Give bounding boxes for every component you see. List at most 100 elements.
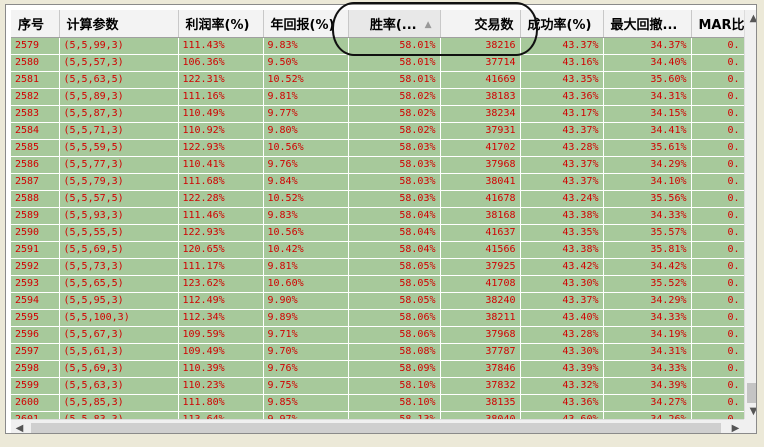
cell-annual-return: 9.71% <box>263 326 349 344</box>
col-header-max-drawdown[interactable]: 最大回撤... <box>603 10 692 38</box>
cell-profit-rate: 111.80% <box>178 394 264 412</box>
col-header-mar-ratio[interactable]: MAR比 <box>691 10 745 38</box>
cell-mar-ratio: 0. <box>691 105 745 123</box>
cell-index: 2592 <box>11 258 60 276</box>
cell-mar-ratio: 0. <box>691 71 745 89</box>
col-header-win-rate[interactable]: 胜率(... ▲ <box>348 10 441 38</box>
horizontal-scroll-thumb[interactable] <box>31 423 721 433</box>
cell-index: 2593 <box>11 275 60 293</box>
cell-annual-return: 9.81% <box>263 88 349 106</box>
cell-trade-count: 41637 <box>440 224 521 242</box>
cell-index: 2580 <box>11 54 60 72</box>
cell-success-rate: 43.37% <box>520 292 604 310</box>
col-header-profit-rate[interactable]: 利润率(%) <box>178 10 264 38</box>
cell-trade-count: 38168 <box>440 207 521 225</box>
table-row[interactable]: 2588 (5,5,57,5) 122.28% 10.52% 58.03% 41678 43… <box>11 190 745 208</box>
cell-max-drawdown: 34.41% <box>603 122 692 140</box>
col-header-trade-count[interactable]: 交易数 <box>440 10 521 38</box>
table-row[interactable]: 2598 (5,5,69,3) 110.39% 9.76% 58.09% 37846 43.… <box>11 360 745 378</box>
cell-annual-return: 10.56% <box>263 139 349 157</box>
scroll-left-icon[interactable]: ◀ <box>11 420 28 433</box>
table-row[interactable]: 2582 (5,5,89,3) 111.16% 9.81% 58.02% 38183 43.… <box>11 88 745 106</box>
cell-params: (5,5,69,3) <box>59 360 179 378</box>
cell-max-drawdown: 34.29% <box>603 292 692 310</box>
table-row[interactable]: 2591 (5,5,69,5) 120.65% 10.42% 58.04% 41566 43… <box>11 241 745 259</box>
cell-params: (5,5,77,3) <box>59 156 179 174</box>
cell-max-drawdown: 34.10% <box>603 173 692 191</box>
cell-trade-count: 37787 <box>440 343 521 361</box>
cell-max-drawdown: 34.15% <box>603 105 692 123</box>
cell-index: 2590 <box>11 224 60 242</box>
cell-index: 2588 <box>11 190 60 208</box>
cell-success-rate: 43.17% <box>520 105 604 123</box>
cell-win-rate: 58.03% <box>348 173 441 191</box>
table-row[interactable]: 2590 (5,5,55,5) 122.93% 10.56% 58.04% 41637 43… <box>11 224 745 242</box>
cell-index: 2581 <box>11 71 60 89</box>
cell-profit-rate: 111.16% <box>178 88 264 106</box>
col-header-params[interactable]: 计算参数 <box>59 10 179 38</box>
cell-max-drawdown: 34.29% <box>603 156 692 174</box>
cell-win-rate: 58.10% <box>348 377 441 395</box>
cell-mar-ratio: 0. <box>691 292 745 310</box>
table-row[interactable]: 2600 (5,5,85,3) 111.80% 9.85% 58.10% 38135 43.… <box>11 394 745 412</box>
cell-win-rate: 58.08% <box>348 343 441 361</box>
cell-index: 2584 <box>11 122 60 140</box>
table-row[interactable]: 2592 (5,5,73,3) 111.17% 9.81% 58.05% 37925 43.… <box>11 258 745 276</box>
sort-ascending-icon: ▲ <box>424 20 432 30</box>
cell-mar-ratio: 0. <box>691 326 745 344</box>
cell-params: (5,5,63,5) <box>59 71 179 89</box>
table-row[interactable]: 2593 (5,5,65,5) 123.62% 10.60% 58.05% 41708 43… <box>11 275 745 293</box>
table-row[interactable]: 2587 (5,5,79,3) 111.68% 9.84% 58.03% 38041 43.… <box>11 173 745 191</box>
table-row[interactable]: 2585 (5,5,59,5) 122.93% 10.56% 58.03% 41702 43… <box>11 139 745 157</box>
cell-params: (5,5,55,5) <box>59 224 179 242</box>
cell-success-rate: 43.36% <box>520 394 604 412</box>
table-row[interactable]: 2580 (5,5,57,3) 106.36% 9.50% 58.01% 37714 43.… <box>11 54 745 72</box>
col-header-success-rate[interactable]: 成功率(%) <box>520 10 604 38</box>
cell-profit-rate: 122.31% <box>178 71 264 89</box>
cell-trade-count: 41702 <box>440 139 521 157</box>
table-row[interactable]: 2579 (5,5,99,3) 111.43% 9.83% 58.01% 38216 43.… <box>11 37 745 55</box>
table-row[interactable]: 2586 (5,5,77,3) 110.41% 9.76% 58.03% 37968 43.… <box>11 156 745 174</box>
cell-annual-return: 9.83% <box>263 207 349 225</box>
cell-annual-return: 10.56% <box>263 224 349 242</box>
cell-success-rate: 43.39% <box>520 360 604 378</box>
cell-profit-rate: 106.36% <box>178 54 264 72</box>
cell-mar-ratio: 0. <box>691 88 745 106</box>
vertical-scrollbar[interactable]: ▲ ▼ <box>744 10 756 420</box>
table-row[interactable]: 2597 (5,5,61,3) 109.49% 9.70% 58.08% 37787 43.… <box>11 343 745 361</box>
table-row[interactable]: 2584 (5,5,71,3) 110.92% 9.80% 58.02% 37931 43.… <box>11 122 745 140</box>
cell-win-rate: 58.02% <box>348 105 441 123</box>
table-row[interactable]: 2589 (5,5,93,3) 111.46% 9.83% 58.04% 38168 43.… <box>11 207 745 225</box>
cell-profit-rate: 111.68% <box>178 173 264 191</box>
cell-index: 2582 <box>11 88 60 106</box>
cell-win-rate: 58.06% <box>348 309 441 327</box>
cell-profit-rate: 111.46% <box>178 207 264 225</box>
table-row[interactable]: 2583 (5,5,87,3) 110.49% 9.77% 58.02% 38234 43.… <box>11 105 745 123</box>
scroll-up-icon[interactable]: ▲ <box>745 10 756 27</box>
table-row[interactable]: 2599 (5,5,63,3) 110.23% 9.75% 58.10% 37832 43.… <box>11 377 745 395</box>
results-table-window: 序号 计算参数 利润率(%) 年回报(%) 胜率(... ▲ 交易数 成功率(%)… <box>5 4 757 434</box>
vertical-scroll-thumb[interactable] <box>747 383 756 403</box>
cell-params: (5,5,93,3) <box>59 207 179 225</box>
cell-max-drawdown: 34.42% <box>603 258 692 276</box>
cell-max-drawdown: 34.40% <box>603 54 692 72</box>
table-row[interactable]: 2594 (5,5,95,3) 112.49% 9.90% 58.05% 38240 43.… <box>11 292 745 310</box>
cell-win-rate: 58.01% <box>348 37 441 55</box>
col-header-index[interactable]: 序号 <box>11 10 60 38</box>
cell-max-drawdown: 35.60% <box>603 71 692 89</box>
scroll-down-icon[interactable]: ▼ <box>745 403 756 420</box>
cell-index: 2585 <box>11 139 60 157</box>
cell-trade-count: 38183 <box>440 88 521 106</box>
cell-mar-ratio: 0. <box>691 190 745 208</box>
cell-profit-rate: 110.92% <box>178 122 264 140</box>
cell-trade-count: 37846 <box>440 360 521 378</box>
horizontal-scrollbar[interactable]: ◀ ▶ <box>11 419 744 433</box>
scroll-right-icon[interactable]: ▶ <box>727 420 744 433</box>
cell-profit-rate: 122.28% <box>178 190 264 208</box>
table-row[interactable]: 2581 (5,5,63,5) 122.31% 10.52% 58.01% 41669 43… <box>11 71 745 89</box>
table-row[interactable]: 2596 (5,5,67,3) 109.59% 9.71% 58.06% 37968 43.… <box>11 326 745 344</box>
table-row[interactable]: 2595 (5,5,100,3) 112.34% 9.89% 58.06% 38211 43… <box>11 309 745 327</box>
col-header-annual-return[interactable]: 年回报(%) <box>263 10 349 38</box>
cell-params: (5,5,63,3) <box>59 377 179 395</box>
cell-annual-return: 9.84% <box>263 173 349 191</box>
